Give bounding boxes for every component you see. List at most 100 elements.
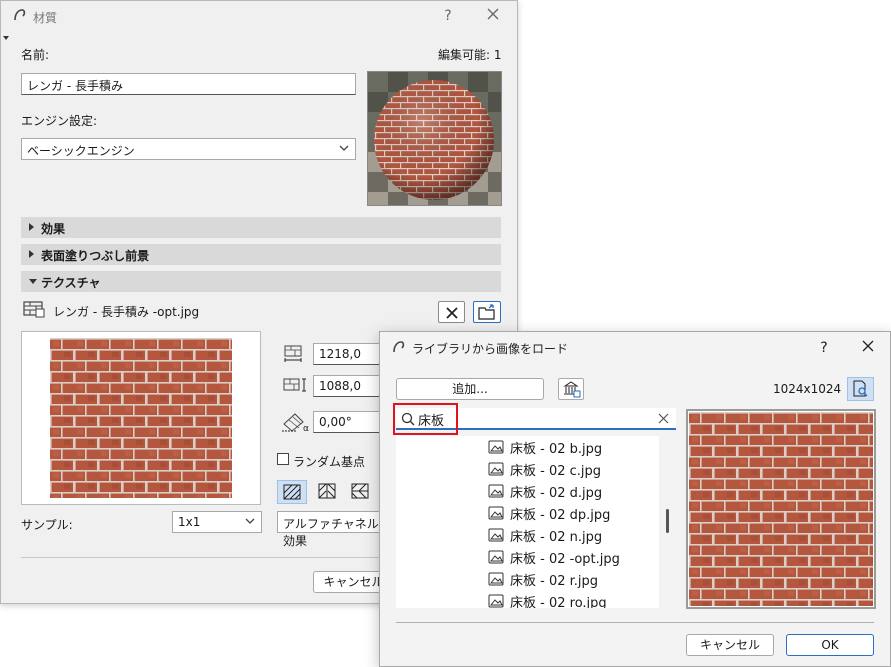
file-list-item[interactable]: 床板 - 02 b.jpg bbox=[488, 436, 602, 458]
texture-file-icon bbox=[23, 301, 45, 318]
collapse-marker-icon bbox=[3, 36, 9, 40]
file-list-item[interactable]: 床板 - 02 ro.jpg bbox=[488, 590, 607, 608]
help-button[interactable]: ? bbox=[438, 7, 458, 25]
image-file-icon bbox=[488, 572, 504, 586]
height-icon bbox=[283, 378, 306, 392]
material-titlebar: 材質 ? bbox=[1, 1, 517, 31]
engine-label: エンジン設定: bbox=[21, 114, 98, 128]
alpha-select[interactable]: アルファチャネル効果 bbox=[277, 511, 387, 548]
alpha-select-value: アルファチャネル効果 bbox=[283, 517, 379, 548]
image-resolution: 1024x1024 bbox=[773, 382, 842, 396]
sphere-preview-image bbox=[368, 72, 501, 205]
file-name: 床板 - 02 ro.jpg bbox=[510, 595, 607, 609]
file-name: 床板 - 02 dp.jpg bbox=[510, 507, 611, 523]
remove-texture-button[interactable] bbox=[438, 301, 465, 323]
width-field[interactable]: 1218,0 bbox=[313, 343, 383, 365]
close-icon bbox=[862, 340, 874, 352]
material-sphere-preview bbox=[367, 71, 502, 206]
x-icon bbox=[446, 307, 458, 319]
image-file-icon bbox=[488, 462, 504, 476]
preview-search-icon bbox=[853, 380, 868, 397]
library-image-preview bbox=[686, 409, 876, 609]
library-close-button[interactable] bbox=[858, 339, 878, 357]
file-list[interactable]: 床板 - 02 b.jpg 床板 - 02 c.jpg 床板 - 02 d.jpg 床… bbox=[396, 436, 659, 608]
image-file-icon bbox=[488, 484, 504, 498]
name-field[interactable]: レンガ - 長手積み bbox=[21, 73, 356, 95]
editable-count: 編集可能: 1 bbox=[438, 48, 502, 62]
section-effects[interactable]: 効果 bbox=[21, 217, 501, 238]
library-footer-separator bbox=[396, 622, 874, 623]
texture-file-name: レンガ - 長手積み -opt.jpg bbox=[53, 305, 200, 319]
library-image-dialog: ライブラリから画像をロード ? 追加... 1024x1024 床板 床板 - … bbox=[379, 331, 891, 667]
library-titlebar: ライブラリから画像をロード ? bbox=[380, 332, 890, 362]
image-file-icon bbox=[488, 440, 504, 454]
library-manager-button[interactable] bbox=[558, 378, 584, 400]
mirror-none-button[interactable] bbox=[277, 480, 307, 504]
file-name: 床板 - 02 n.jpg bbox=[510, 529, 603, 545]
expand-arrow-icon bbox=[29, 223, 34, 231]
image-file-icon bbox=[488, 506, 504, 520]
library-cancel-button[interactable]: キャンセル bbox=[686, 634, 774, 656]
library-ok-button[interactable]: OK bbox=[786, 634, 874, 656]
chevron-down-icon bbox=[339, 145, 349, 151]
mirror-y-button[interactable] bbox=[346, 480, 374, 504]
texture-preview-image bbox=[50, 338, 232, 498]
section-texture[interactable]: テクスチャ bbox=[21, 271, 501, 292]
collapse-arrow-icon bbox=[29, 279, 37, 284]
close-icon bbox=[487, 8, 499, 20]
file-list-item[interactable]: 床板 - 02 dp.jpg bbox=[488, 502, 610, 524]
file-name: 床板 - 02 b.jpg bbox=[510, 441, 603, 457]
file-name: 床板 - 02 -opt.jpg bbox=[510, 551, 620, 567]
open-folder-button[interactable] bbox=[473, 301, 501, 323]
sample-select-value: 1x1 bbox=[178, 515, 201, 529]
clear-search-icon[interactable] bbox=[658, 413, 669, 424]
library-preview-image bbox=[689, 412, 873, 606]
sample-label: サンプル: bbox=[21, 518, 73, 532]
expand-arrow-icon bbox=[29, 250, 34, 258]
library-icon bbox=[563, 381, 581, 398]
name-label: 名前: bbox=[21, 48, 50, 62]
preview-toggle-button[interactable] bbox=[847, 377, 874, 401]
file-name: 床板 - 02 d.jpg bbox=[510, 485, 603, 501]
angle-icon: α bbox=[282, 413, 309, 432]
material-title: 材質 bbox=[33, 11, 58, 25]
mirror-x-button[interactable] bbox=[313, 480, 341, 504]
engine-select-value: ベーシックエンジン bbox=[27, 144, 135, 158]
section-effects-label: 効果 bbox=[41, 222, 66, 236]
file-list-item[interactable]: 床板 - 02 -opt.jpg bbox=[488, 546, 620, 568]
mirror-x-icon bbox=[318, 483, 336, 499]
file-name: 床板 - 02 c.jpg bbox=[510, 463, 602, 479]
archicad-logo-icon bbox=[393, 341, 405, 353]
list-scrollbar-thumb[interactable] bbox=[666, 509, 669, 533]
svg-text:α: α bbox=[303, 424, 309, 432]
engine-select[interactable]: ベーシックエンジン bbox=[21, 138, 356, 160]
file-list-item[interactable]: 床板 - 02 d.jpg bbox=[488, 480, 602, 502]
sample-select[interactable]: 1x1 bbox=[172, 511, 262, 533]
random-origin-label: ランダム基点 bbox=[293, 455, 366, 469]
file-name: 床板 - 02 r.jpg bbox=[510, 573, 599, 589]
file-list-item[interactable]: 床板 - 02 n.jpg bbox=[488, 524, 602, 546]
image-file-icon bbox=[488, 550, 504, 564]
section-texture-label: テクスチャ bbox=[41, 276, 101, 290]
section-surface-fill[interactable]: 表面塗りつぶし前景 bbox=[21, 244, 501, 265]
file-list-item[interactable]: 床板 - 02 r.jpg bbox=[488, 568, 598, 590]
image-file-icon bbox=[488, 594, 504, 608]
width-icon bbox=[284, 345, 302, 362]
random-origin-checkbox[interactable] bbox=[277, 453, 289, 465]
height-field[interactable]: 1088,0 bbox=[313, 375, 383, 397]
archicad-logo-icon bbox=[14, 9, 26, 21]
chevron-down-icon bbox=[245, 518, 255, 524]
angle-field[interactable]: 0,00° bbox=[313, 411, 383, 433]
mirror-y-icon bbox=[351, 483, 369, 499]
close-button[interactable] bbox=[483, 7, 503, 25]
file-list-item[interactable]: 床板 - 02 c.jpg bbox=[488, 458, 601, 480]
hatch-icon bbox=[283, 484, 301, 500]
image-file-icon bbox=[488, 528, 504, 542]
section-surface-fill-label: 表面塗りつぶし前景 bbox=[41, 249, 150, 263]
texture-preview bbox=[21, 331, 261, 505]
library-help-button[interactable]: ? bbox=[814, 339, 834, 357]
search-highlight-box bbox=[393, 403, 458, 435]
add-button[interactable]: 追加... bbox=[396, 378, 544, 400]
folder-open-icon bbox=[478, 304, 495, 320]
library-title: ライブラリから画像をロード bbox=[412, 342, 569, 356]
